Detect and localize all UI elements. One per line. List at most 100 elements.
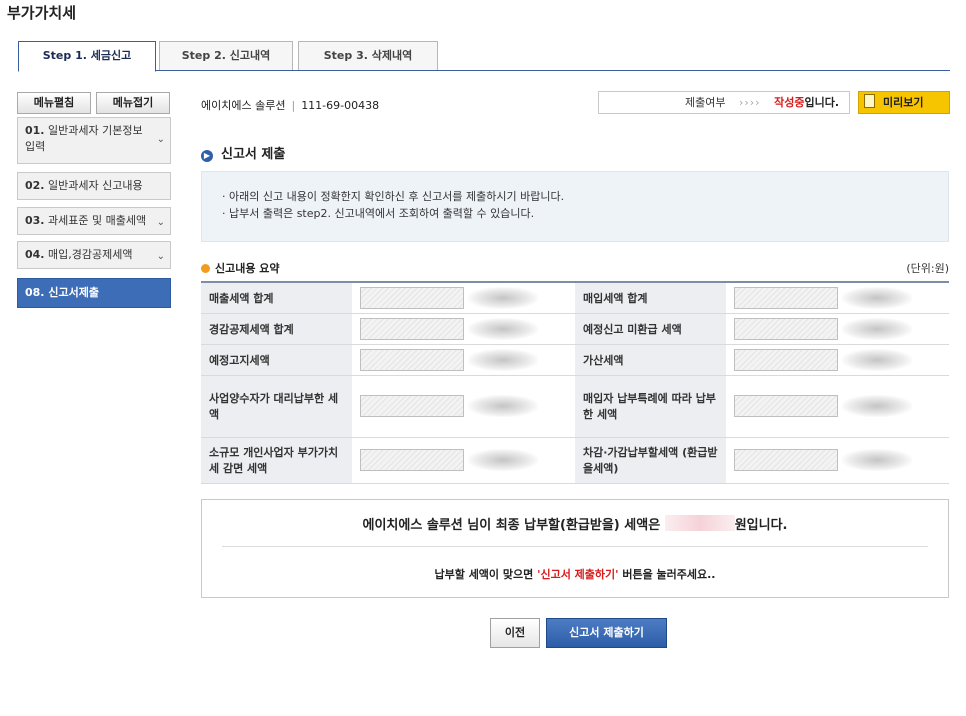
- sidebar-item-purchase-deduction[interactable]: 04. 매입,경감공제세액 ⌄: [17, 241, 171, 269]
- row-label: 소규모 개인사업자 부가가치세 감면 세액: [201, 437, 352, 484]
- sidebar-item-number: 01.: [25, 124, 45, 137]
- redacted-value: [842, 449, 912, 471]
- company-name: 에이치에스 솔루션: [201, 99, 286, 112]
- result-box: 에이치에스 솔루션 님이 최종 납부할(환급받을) 세액은 원입니다. 납부할 …: [201, 499, 949, 598]
- instruction-message: 납부할 세액이 맞으면 '신고서 제출하기' 버튼을 눌러주세요..: [202, 566, 948, 582]
- table-row: 예정고지세액 가산세액: [201, 344, 949, 376]
- row-label: 차감·가감납부할세액 (환급받을세액): [575, 437, 726, 484]
- sidebar-item-label: 신고서제출: [48, 286, 99, 299]
- row-label: 가산세액: [575, 344, 726, 376]
- row-label: 매입자 납부특례에 따라 납부한 세액: [575, 375, 726, 438]
- value-cell: [352, 344, 575, 376]
- value-cell: [352, 375, 575, 438]
- redacted-value: [468, 348, 538, 371]
- row-label: 매출세액 합계: [201, 282, 352, 314]
- notice-line: · 아래의 신고 내용이 정확한지 확인하신 후 신고서를 제출하시기 바랍니다…: [222, 190, 565, 203]
- redacted-value: [842, 317, 912, 340]
- status-label: 제출여부: [684, 96, 726, 109]
- tab-divider: [18, 70, 950, 71]
- document-icon: [864, 94, 875, 108]
- amount-field[interactable]: [734, 286, 838, 309]
- redacted-amount: [664, 515, 735, 531]
- value-cell: [726, 344, 949, 376]
- amount-field[interactable]: [360, 317, 464, 340]
- tab-step2[interactable]: Step 2. 신고내역: [159, 41, 293, 70]
- company-info: 에이치에스 솔루션 | 111-69-00438: [201, 99, 380, 112]
- value-cell: [352, 282, 575, 314]
- unit-label: (단위:원): [906, 262, 949, 275]
- value-cell: [352, 313, 575, 345]
- business-number: 111-69-00438: [301, 99, 380, 112]
- row-label: 경감공제세액 합계: [201, 313, 352, 345]
- amount-field[interactable]: [360, 286, 464, 309]
- redacted-value: [468, 449, 538, 471]
- amount-field[interactable]: [734, 348, 838, 371]
- value-cell: [352, 437, 575, 484]
- amount-field[interactable]: [734, 449, 838, 471]
- final-tax-suffix: 원입니다.: [734, 518, 788, 533]
- value-cell: [726, 437, 949, 484]
- section-title-text: 신고서 제출: [221, 147, 286, 162]
- final-tax-message: 에이치에스 솔루션 님이 최종 납부할(환급받을) 세액은 원입니다.: [202, 514, 948, 533]
- value-cell: [726, 282, 949, 314]
- submission-status: 제출여부 ›››› 작성중입니다.: [598, 91, 850, 114]
- sidebar-item-number: 08.: [25, 286, 45, 299]
- instruction-prefix: 납부할 세액이 맞으면: [434, 568, 534, 581]
- tab-step3[interactable]: Step 3. 삭제내역: [298, 41, 438, 70]
- amount-field[interactable]: [360, 449, 464, 471]
- sidebar-item-number: 04.: [25, 248, 45, 261]
- row-label: 예정신고 미환급 세액: [575, 313, 726, 345]
- sidebar-item-label: 일반과세자 신고내용: [48, 179, 143, 192]
- amount-field[interactable]: [360, 395, 464, 417]
- submit-report-button[interactable]: 신고서 제출하기: [546, 618, 667, 648]
- sidebar-item-submit[interactable]: 08. 신고서제출: [17, 278, 171, 308]
- menu-expand-button[interactable]: 메뉴펼침: [17, 92, 91, 114]
- instruction-highlight: '신고서 제출하기': [537, 568, 619, 581]
- status-value: 작성중: [774, 96, 805, 109]
- divider: [222, 546, 928, 547]
- redacted-value: [842, 286, 912, 309]
- row-label: 예정고지세액: [201, 344, 352, 376]
- notice-line: · 납부서 출력은 step2. 신고내역에서 조회하여 출력할 수 있습니다.: [222, 207, 535, 220]
- table-row: 사업양수자가 대리납부한 세액 매입자 납부특례에 따라 납부한 세액: [201, 375, 949, 438]
- section-title: ▶ 신고서 제출: [201, 143, 285, 162]
- notice-box: · 아래의 신고 내용이 정확한지 확인하신 후 신고서를 제출하시기 바랍니다…: [201, 171, 949, 242]
- page-title: 부가가치세: [7, 4, 77, 22]
- tab-step1[interactable]: Step 1. 세금신고: [18, 41, 156, 72]
- sidebar-item-label: 매입,경감공제세액: [48, 248, 133, 261]
- summary-title: 신고내용 요약: [201, 260, 280, 276]
- status-suffix: 입니다.: [804, 96, 839, 109]
- redacted-value: [842, 348, 912, 371]
- table-row: 경감공제세액 합계 예정신고 미환급 세액: [201, 313, 949, 345]
- summary-title-text: 신고내용 요약: [215, 262, 280, 275]
- sidebar-item-tax-base[interactable]: 03. 과세표준 및 매출세액 ⌄: [17, 207, 171, 235]
- sidebar-item-number: 03.: [25, 214, 45, 227]
- menu-collapse-button[interactable]: 메뉴접기: [96, 92, 170, 114]
- value-cell: [726, 313, 949, 345]
- preview-button[interactable]: 미리보기: [858, 91, 950, 114]
- redacted-value: [468, 395, 538, 417]
- arrows-icon: ››››: [738, 96, 761, 109]
- amount-field[interactable]: [734, 395, 838, 417]
- table-row: 매출세액 합계 매입세액 합계: [201, 282, 949, 314]
- arrow-circle-icon: ▶: [201, 150, 213, 162]
- sidebar-item-basic-info[interactable]: 01. 일반과세자 기본정보 입력 ⌄: [17, 117, 171, 164]
- sidebar-item-label: 과세표준 및 매출세액: [48, 214, 147, 227]
- amount-field[interactable]: [360, 348, 464, 371]
- row-label: 사업양수자가 대리납부한 세액: [201, 375, 352, 438]
- prev-button[interactable]: 이전: [490, 618, 540, 648]
- row-label: 매입세액 합계: [575, 282, 726, 314]
- redacted-value: [468, 317, 538, 340]
- bullet-icon: [201, 264, 210, 273]
- table-row: 소규모 개인사업자 부가가치세 감면 세액 차감·가감납부할세액 (환급받을세액…: [201, 437, 949, 484]
- redacted-value: [468, 286, 538, 309]
- sidebar-item-report-content[interactable]: 02. 일반과세자 신고내용: [17, 172, 171, 200]
- summary-table: 매출세액 합계 매입세액 합계 경감공제세액 합계 예정신고 미환급 세액 예정…: [201, 281, 949, 484]
- chevron-down-icon: ⌄: [156, 251, 165, 262]
- instruction-suffix: 버튼을 눌러주세요..: [622, 568, 716, 581]
- value-cell: [726, 375, 949, 438]
- redacted-value: [842, 395, 912, 417]
- amount-field[interactable]: [734, 317, 838, 340]
- preview-label: 미리보기: [883, 96, 924, 109]
- final-tax-prefix: 에이치에스 솔루션 님이 최종 납부할(환급받을) 세액은: [362, 518, 661, 533]
